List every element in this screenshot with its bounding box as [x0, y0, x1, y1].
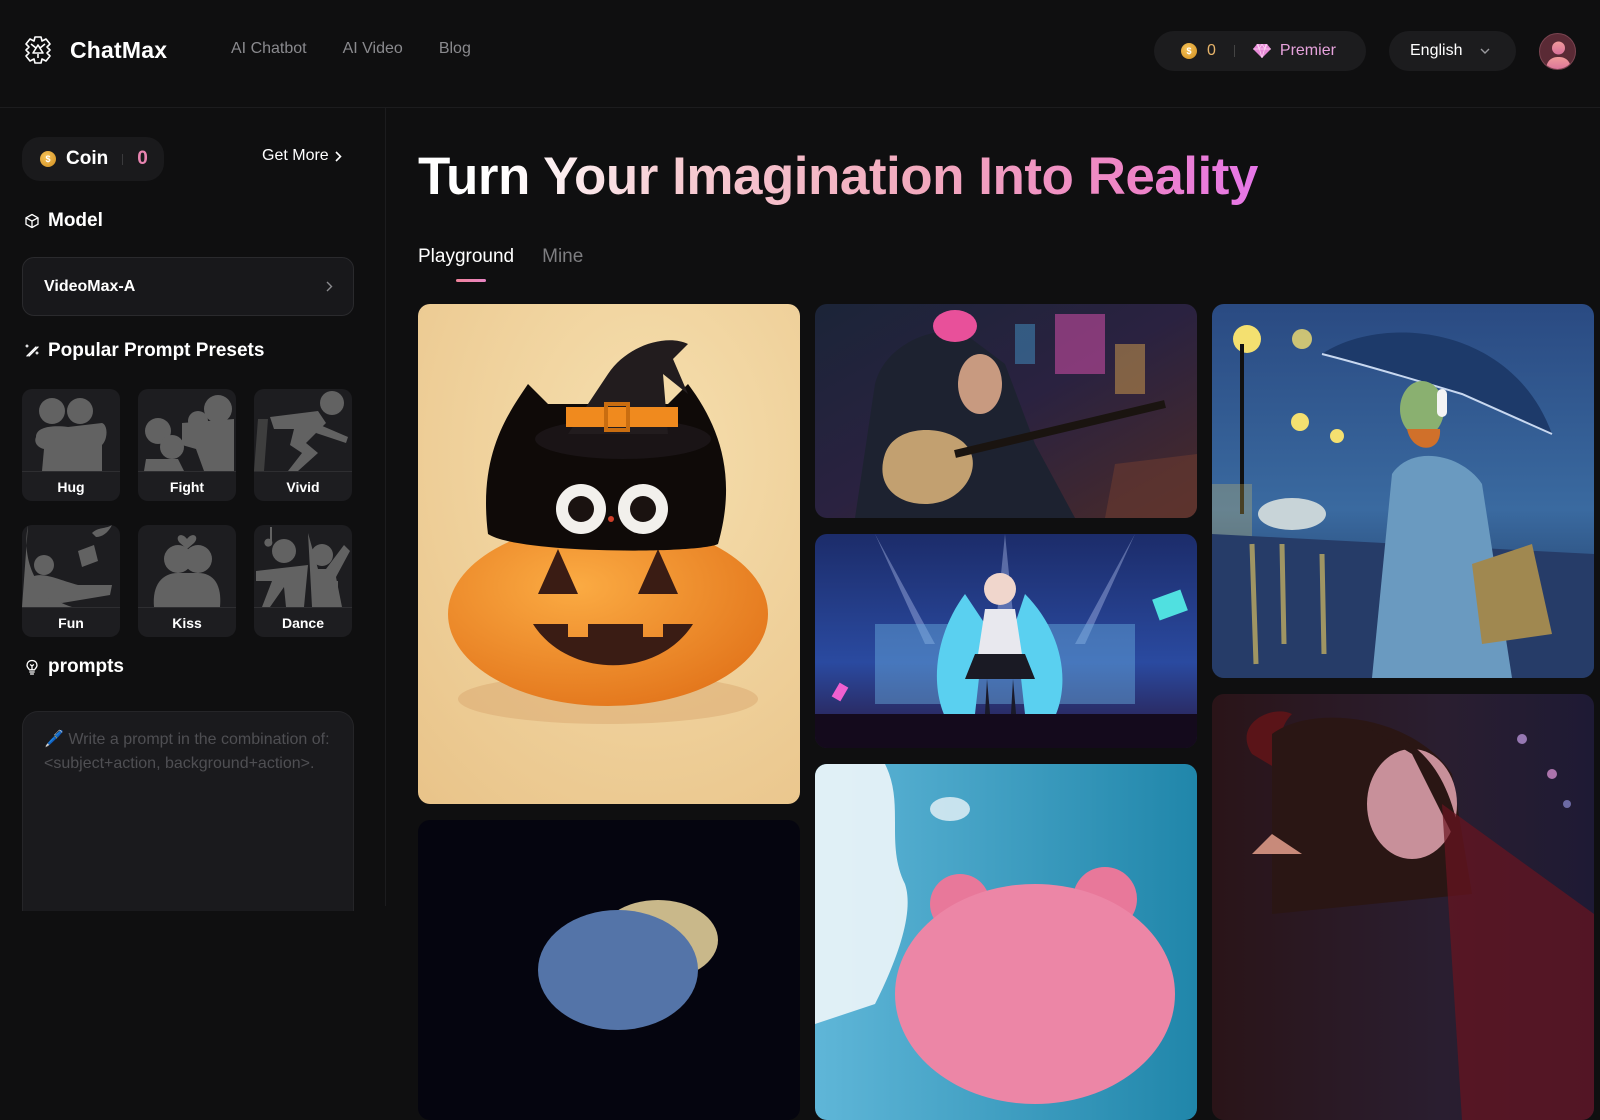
preset-fun[interactable]: Fun	[22, 525, 120, 637]
top-header: ChatMax AI Chatbot AI Video Blog $ 0 Pre…	[0, 0, 1600, 108]
balance-premier-pill[interactable]: $ 0 Premier	[1154, 31, 1366, 71]
gallery-tabs: Playground Mine	[418, 246, 583, 282]
gallery-card[interactable]	[815, 304, 1197, 518]
coin-value: 0	[137, 148, 148, 169]
prompts-title: prompts	[48, 656, 124, 677]
magic-wand-icon	[25, 344, 39, 357]
user-avatar-icon	[1546, 41, 1571, 69]
pearl-earring-painting-image	[418, 820, 800, 1120]
hug-icon	[35, 398, 107, 471]
model-section-title: Model	[24, 210, 103, 232]
vivid-icon	[254, 391, 348, 471]
nav-ai-video[interactable]: AI Video	[343, 40, 403, 58]
nav-blog[interactable]: Blog	[439, 40, 471, 58]
coin-icon: $	[40, 151, 56, 167]
presets-title: Popular Prompt Presets	[48, 340, 265, 361]
prompt-input-box	[22, 711, 354, 911]
coin-label: Coin	[66, 148, 109, 169]
diamond-icon	[1252, 44, 1271, 58]
model-selected: VideoMax-A	[44, 277, 136, 295]
gallery-card[interactable]	[1212, 304, 1594, 678]
prompt-input[interactable]	[44, 728, 339, 898]
cube-icon	[25, 213, 39, 229]
van-gogh-umbrella-image	[1212, 304, 1594, 678]
language-label: English	[1410, 42, 1463, 59]
guitar-girl-image	[815, 304, 1197, 518]
brand-logo[interactable]: ChatMax	[22, 34, 167, 66]
gallery-card[interactable]	[815, 534, 1197, 748]
presets-section-title: Popular Prompt Presets	[24, 340, 264, 362]
chevron-down-icon	[1480, 48, 1490, 54]
chatmax-logo-icon	[25, 36, 51, 64]
brand-name: ChatMax	[70, 36, 168, 63]
tab-mine[interactable]: Mine	[542, 246, 583, 282]
nav-ai-chatbot[interactable]: AI Chatbot	[231, 40, 307, 58]
preset-label: Hug	[22, 471, 120, 501]
main-content: Turn Your Imagination Into Reality Playg…	[387, 108, 1600, 1120]
preset-grid: Hug Fight Vivid Fun Kiss Dance	[22, 389, 356, 637]
prompts-section-title: prompts	[24, 656, 124, 678]
divider	[1233, 45, 1235, 57]
gallery-card[interactable]	[1212, 694, 1594, 1120]
get-more-link[interactable]: Get More	[262, 147, 342, 165]
main-nav: AI Chatbot AI Video Blog	[231, 40, 471, 58]
lightbulb-icon	[26, 659, 38, 675]
preset-label: Vivid	[254, 471, 352, 501]
language-select[interactable]: English	[1389, 31, 1516, 71]
sidebar: $ Coin 0 Get More Model VideoMax-A Popul…	[0, 108, 386, 911]
preset-label: Fight	[138, 471, 236, 501]
preset-dance[interactable]: Dance	[254, 525, 352, 637]
gallery-card[interactable]	[815, 764, 1197, 1120]
preset-kiss[interactable]: Kiss	[138, 525, 236, 637]
preset-vivid[interactable]: Vivid	[254, 389, 352, 501]
pumpkin-cat-image	[418, 304, 800, 804]
coin-icon: $	[1181, 43, 1197, 59]
tab-playground[interactable]: Playground	[418, 246, 514, 282]
kiss-icon	[153, 535, 221, 607]
preset-label: Kiss	[138, 607, 236, 637]
user-avatar[interactable]	[1539, 33, 1576, 70]
fight-icon	[144, 395, 234, 471]
hero-title: Turn Your Imagination Into Reality	[418, 147, 1258, 206]
model-title: Model	[48, 210, 103, 231]
chevron-right-icon	[326, 281, 333, 292]
model-select[interactable]: VideoMax-A	[22, 257, 354, 316]
gallery-card[interactable]	[418, 304, 800, 804]
fun-icon	[22, 525, 112, 607]
pink-bear-sky-image	[815, 764, 1197, 1120]
preset-fight[interactable]: Fight	[138, 389, 236, 501]
gallery-card[interactable]	[418, 820, 800, 1120]
get-more-label: Get More	[262, 147, 329, 164]
preset-label: Fun	[22, 607, 120, 637]
demon-girl-image	[1212, 694, 1594, 1120]
preset-hug[interactable]: Hug	[22, 389, 120, 501]
concert-idol-image	[815, 534, 1197, 748]
preset-label: Dance	[254, 607, 352, 637]
coin-balance: 0	[1207, 42, 1216, 59]
dance-icon	[256, 527, 350, 607]
premier-link[interactable]: Premier	[1280, 42, 1336, 60]
chevron-right-icon	[335, 150, 342, 162]
coin-balance-box: $ Coin 0	[22, 137, 164, 181]
divider	[122, 153, 124, 165]
